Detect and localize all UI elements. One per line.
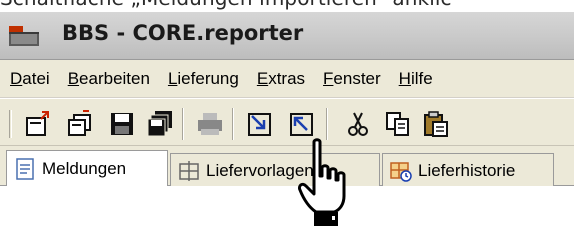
toolbar [0,98,574,146]
toolbar-separator [182,108,184,140]
paste-icon[interactable] [422,110,450,138]
menu-bar: Datei Bearbeiten Lieferung Extras Fenste… [0,60,574,98]
import-messages-icon[interactable] [246,110,274,138]
copy-icon[interactable] [384,110,412,138]
app-window: BBS - CORE.reporter Datei Bearbeiten Lie… [0,12,574,246]
toolbar-separator [232,108,234,140]
instruction-caption: Schaltfläche „Meldungen importieren“ ank… [0,0,574,12]
hand-pointer-icon [296,138,358,228]
title-bar: BBS - CORE.reporter [0,12,574,60]
history-icon [389,159,413,183]
export-messages-icon[interactable] [288,110,316,138]
tab-bar: Meldungen Liefervorlagen Lieferhistorie [0,146,574,187]
menu-extras[interactable]: Extras [249,69,315,89]
content-area [0,186,574,246]
new-report-icon[interactable] [24,110,52,138]
menu-fenster[interactable]: Fenster [315,69,391,89]
cut-icon[interactable] [344,110,372,138]
tab-label: Meldungen [42,159,127,178]
folder-icon [8,22,40,48]
toolbar-separator [326,108,328,140]
tab-meldungen[interactable]: Meldungen [6,150,168,187]
open-report-icon[interactable] [66,110,94,138]
toolbar-grip[interactable] [9,110,12,138]
menu-datei[interactable]: Datei [2,69,60,89]
menu-bearbeiten[interactable]: Bearbeiten [60,69,160,89]
window-title: BBS - CORE.reporter [62,21,304,45]
document-icon [13,157,37,181]
save-icon[interactable] [108,110,136,138]
tab-label: Lieferhistorie [418,160,516,180]
tab-lieferhistorie[interactable]: Lieferhistorie [382,153,554,187]
menu-hilfe[interactable]: Hilfe [391,69,443,89]
menu-lieferung[interactable]: Lieferung [160,69,249,89]
grid-icon [177,159,201,183]
save-all-icon[interactable] [146,110,174,138]
print-icon[interactable] [196,110,224,138]
